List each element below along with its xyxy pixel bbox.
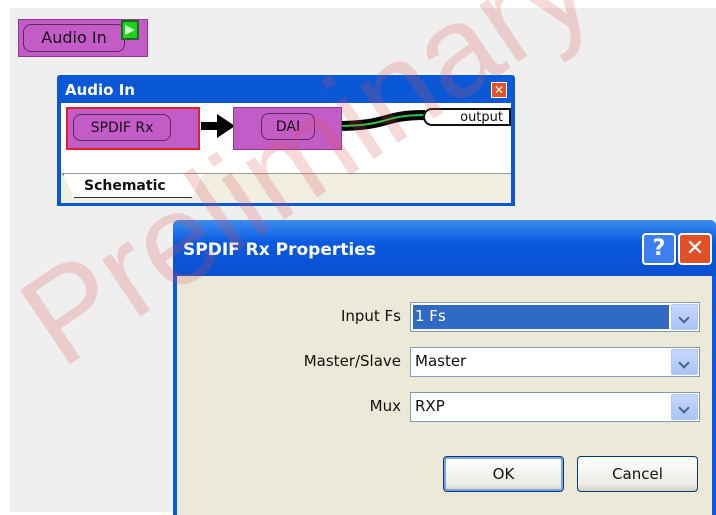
schematic-window: Audio In ✕ SPDIF Rx DAI output Schematic (57, 75, 515, 206)
dai-node-label: DAI (261, 113, 315, 140)
schematic-window-title: Audio In (65, 81, 135, 99)
chevron-down-icon[interactable] (671, 304, 698, 330)
spdif-rx-node-label: SPDIF Rx (73, 114, 171, 141)
dialog-title: SPDIF Rx Properties (183, 240, 376, 260)
mux-value: RXP (415, 397, 445, 415)
input-fs-label: Input Fs (340, 307, 401, 325)
help-button[interactable]: ? (642, 233, 676, 265)
chevron-down-icon[interactable] (671, 394, 698, 420)
mux-label: Mux (369, 397, 401, 415)
dialog-titlebar: SPDIF Rx Properties ? ✕ (173, 220, 716, 276)
tab-schematic[interactable]: Schematic (63, 174, 203, 198)
dai-node[interactable]: DAI (233, 107, 342, 150)
wire-dai-output (335, 110, 426, 131)
close-button[interactable]: ✕ (678, 233, 712, 265)
play-arrow-icon (125, 25, 135, 35)
chevron-down-icon[interactable] (671, 349, 698, 375)
ok-button[interactable]: OK (443, 456, 564, 492)
input-fs-value: 1 Fs (415, 307, 446, 325)
output-port[interactable]: output (423, 108, 511, 126)
input-fs-select[interactable]: 1 Fs (410, 302, 700, 332)
input-fs-selection-highlight (413, 305, 669, 329)
tab-bar: Schematic (61, 173, 511, 203)
spdif-rx-properties-dialog: SPDIF Rx Properties ? ✕ Input Fs 1 Fs Ma… (173, 220, 716, 515)
cancel-button[interactable]: Cancel (577, 456, 698, 492)
mux-select[interactable]: RXP (410, 392, 700, 422)
close-icon[interactable]: ✕ (491, 82, 507, 98)
master-slave-label: Master/Slave (303, 352, 401, 370)
schematic-area: SPDIF Rx DAI output Schematic (61, 103, 511, 203)
master-slave-value: Master (415, 352, 467, 370)
audio-in-block-label: Audio In (23, 24, 125, 52)
spdif-rx-node[interactable]: SPDIF Rx (66, 107, 200, 150)
master-slave-select[interactable]: Master (410, 347, 700, 377)
dialog-body: Input Fs 1 Fs Master/Slave Master Mux RX… (177, 276, 712, 515)
